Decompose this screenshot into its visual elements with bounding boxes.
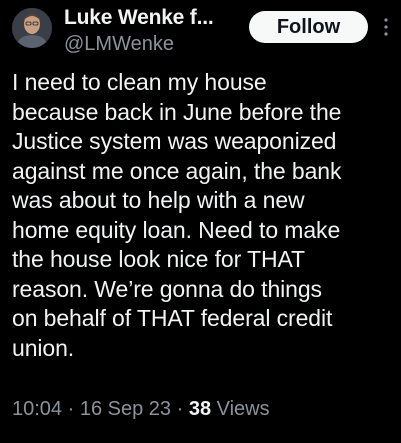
tweet-meta: 10:04 · 16 Sep 23 · 38 Views: [12, 398, 270, 421]
views-label: Views: [211, 398, 270, 420]
meta-separator: ·: [62, 398, 80, 420]
tweet-header: Luke Wenke f... @LMWenke Follow: [0, 0, 401, 62]
profile-photo-icon: [12, 8, 52, 48]
author-display-name[interactable]: Luke Wenke f...: [64, 6, 214, 30]
meta-separator: ·: [171, 398, 189, 420]
tweet-date[interactable]: 16 Sep 23: [80, 398, 171, 420]
views-count: 38: [188, 398, 212, 420]
vertical-ellipsis-icon[interactable]: [383, 16, 389, 38]
tweet-body-text: I need to clean my house because back in…: [12, 69, 342, 361]
tweet-time[interactable]: 10:04: [12, 398, 62, 420]
author-avatar[interactable]: [12, 8, 52, 48]
author-handle[interactable]: @LMWenke: [64, 33, 174, 56]
follow-button[interactable]: Follow: [249, 11, 368, 43]
